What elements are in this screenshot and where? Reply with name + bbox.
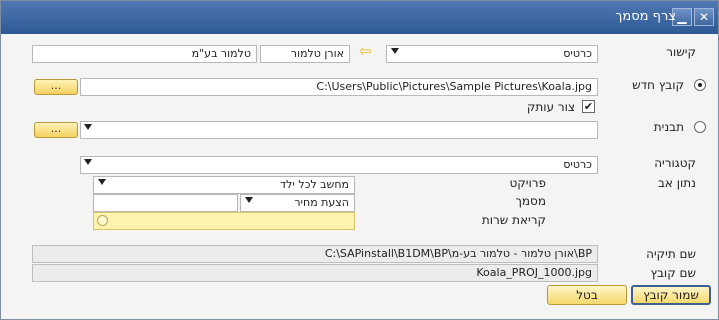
new-file-radio[interactable] (694, 79, 706, 91)
template-select[interactable] (80, 121, 598, 139)
category-select[interactable]: כרטיס (80, 156, 598, 174)
chevron-down-icon (391, 48, 399, 54)
project-select[interactable]: מחשב לכל ילד (93, 176, 355, 194)
window-title: צרף מסמך (615, 9, 676, 24)
browse-template-button[interactable]: ... (34, 122, 78, 138)
document-label: מסמך (515, 194, 546, 208)
create-copy-label: צור עותק (526, 100, 575, 114)
document-type-value: הצעת מחיר (294, 196, 349, 209)
project-label: פרויקט (509, 176, 546, 190)
link-code-field[interactable]: אורן טלמור (260, 45, 350, 63)
service-call-label: קריאת שרות (481, 213, 546, 227)
close-icon[interactable]: ✕ (694, 8, 714, 26)
new-file-path-field[interactable]: C:\Users\Public\Pictures\Sample Pictures… (80, 78, 598, 96)
link-type-value: כרטיס (563, 47, 592, 60)
template-radio[interactable] (694, 121, 706, 133)
title-bar[interactable]: ✕ ▁ צרף מסמך (1, 1, 718, 34)
document-number-field[interactable] (93, 194, 238, 212)
browse-file-button[interactable]: ... (34, 79, 78, 95)
file-name-field[interactable]: Koala_PROJ_1000.jpg (32, 264, 598, 282)
service-call-lookup-icon[interactable] (97, 215, 108, 226)
chevron-down-icon (245, 197, 253, 203)
create-copy-checkbox[interactable]: ✔ (582, 100, 595, 113)
category-label: קטגוריה (654, 156, 696, 170)
save-file-button[interactable]: שמור קובץ (631, 285, 711, 305)
file-name-label: שם קובץ (650, 266, 696, 280)
attach-document-dialog: ✕ ▁ צרף מסמך קישור כרטיס ⇦ אורן טלמור טל… (0, 0, 719, 320)
document-type-select[interactable]: הצעת מחיר (240, 194, 355, 212)
template-label: תבנית (653, 120, 684, 134)
service-call-field[interactable] (93, 212, 355, 230)
link-arrow-icon[interactable]: ⇦ (359, 42, 372, 60)
link-name-field[interactable]: טלמור בע"מ (32, 45, 257, 63)
cancel-button[interactable]: בטל (547, 285, 627, 305)
chevron-down-icon (84, 124, 92, 130)
folder-name-field: C:\SAPinstall\B1DM\BP\אורן טלמור - טלמור… (32, 245, 598, 263)
new-file-label: קובץ חדש (632, 78, 684, 92)
chevron-down-icon (98, 179, 106, 185)
dialog-body: קישור כרטיס ⇦ אורן טלמור טלמור בע"מ קובץ… (1, 34, 718, 319)
project-value: מחשב לכל ילד (280, 178, 349, 191)
category-value: כרטיס (563, 158, 592, 171)
link-label: קישור (666, 45, 696, 59)
parent-data-label: נתון אב (657, 176, 696, 190)
link-type-select[interactable]: כרטיס (386, 45, 598, 63)
folder-name-label: שם תיקיה (646, 247, 696, 261)
chevron-down-icon (84, 159, 92, 165)
